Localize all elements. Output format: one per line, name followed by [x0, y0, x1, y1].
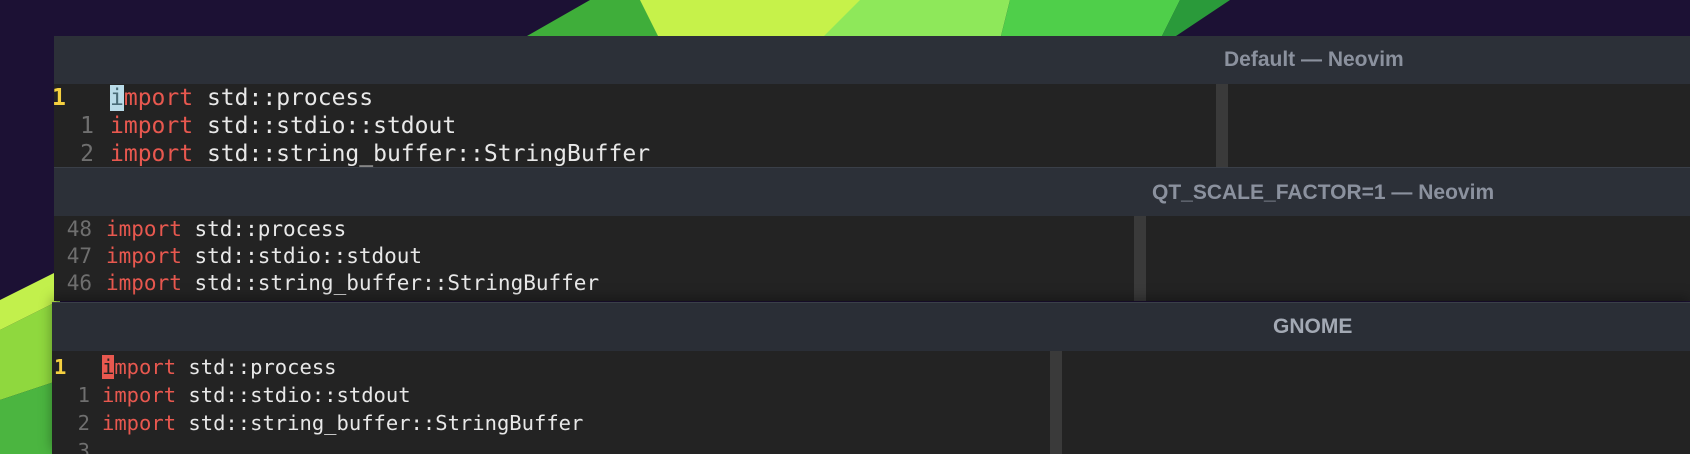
- code-text: std::string_buffer::StringBuffer: [193, 141, 651, 167]
- line-number: 48: [66, 217, 92, 241]
- window-titlebar[interactable]: QT_SCALE_FACTOR=1 — Neovim: [54, 167, 1690, 216]
- text-cursor: i: [110, 85, 124, 111]
- split-separator[interactable]: [1216, 84, 1228, 167]
- window-title: QT_SCALE_FACTOR=1 — Neovim: [1152, 181, 1495, 204]
- editor-left-pane[interactable]: 48 import std::process 47 import std::stdi…: [54, 216, 1134, 301]
- text-cursor: i: [102, 355, 115, 379]
- keyword: mport: [123, 85, 194, 111]
- editor-left-pane[interactable]: 1 import std::process 1 import std::stdio:…: [52, 351, 1050, 454]
- line-number: 3: [77, 439, 90, 454]
- code-text: std::string_buffer::StringBuffer: [181, 271, 600, 295]
- keyword: import: [102, 411, 177, 435]
- line-number: 2: [80, 141, 94, 167]
- keyword: mport: [114, 355, 177, 379]
- editor-area[interactable]: 1 import std::process 1 import std::stdio:…: [54, 84, 1690, 167]
- window-default-neovim[interactable]: Default — Neovim 1 import std::process 1i…: [54, 36, 1690, 167]
- window-titlebar[interactable]: GNOME: [52, 302, 1690, 351]
- editor-right-pane[interactable]: [1228, 84, 1690, 167]
- window-titlebar[interactable]: Default — Neovim: [54, 36, 1690, 84]
- code-text: std::stdio::stdout: [193, 113, 457, 139]
- line-number: 1: [54, 355, 67, 379]
- keyword: import: [106, 217, 182, 241]
- line-number: 1: [80, 113, 94, 139]
- code-text: std::process: [181, 217, 347, 241]
- window-gnome[interactable]: GNOME 1 import std::process 1 import std::…: [52, 302, 1690, 454]
- keyword: import: [106, 244, 182, 268]
- editor-area[interactable]: 48 import std::process 47 import std::stdi…: [54, 216, 1690, 301]
- code-text: std::process: [193, 85, 374, 111]
- keyword: import: [110, 141, 194, 167]
- line-number: 46: [66, 271, 92, 295]
- keyword: import: [106, 271, 182, 295]
- editor-right-pane[interactable]: [1146, 216, 1690, 301]
- window-qt-scale-neovim[interactable]: QT_SCALE_FACTOR=1 — Neovim 48 import std:…: [54, 167, 1690, 301]
- code-text: std::stdio::stdout: [176, 383, 411, 407]
- line-number: 47: [66, 244, 92, 268]
- editor-right-pane[interactable]: [1062, 351, 1690, 454]
- split-separator[interactable]: [1050, 351, 1062, 454]
- line-number: 2: [77, 411, 90, 435]
- window-title: Default — Neovim: [1224, 48, 1404, 71]
- split-separator[interactable]: [1134, 216, 1146, 301]
- window-title: GNOME: [1273, 315, 1353, 338]
- editor-area[interactable]: 1 import std::process 1 import std::stdio:…: [52, 351, 1690, 454]
- code-text: std::process: [176, 355, 337, 379]
- keyword: import: [110, 113, 194, 139]
- line-number: 1: [77, 383, 90, 407]
- keyword: import: [102, 383, 177, 407]
- editor-left-pane[interactable]: 1 import std::process 1 import std::stdio:…: [54, 84, 1216, 167]
- code-text: std::string_buffer::StringBuffer: [176, 411, 584, 435]
- code-text: std::stdio::stdout: [181, 244, 423, 268]
- line-number: 1: [54, 85, 66, 111]
